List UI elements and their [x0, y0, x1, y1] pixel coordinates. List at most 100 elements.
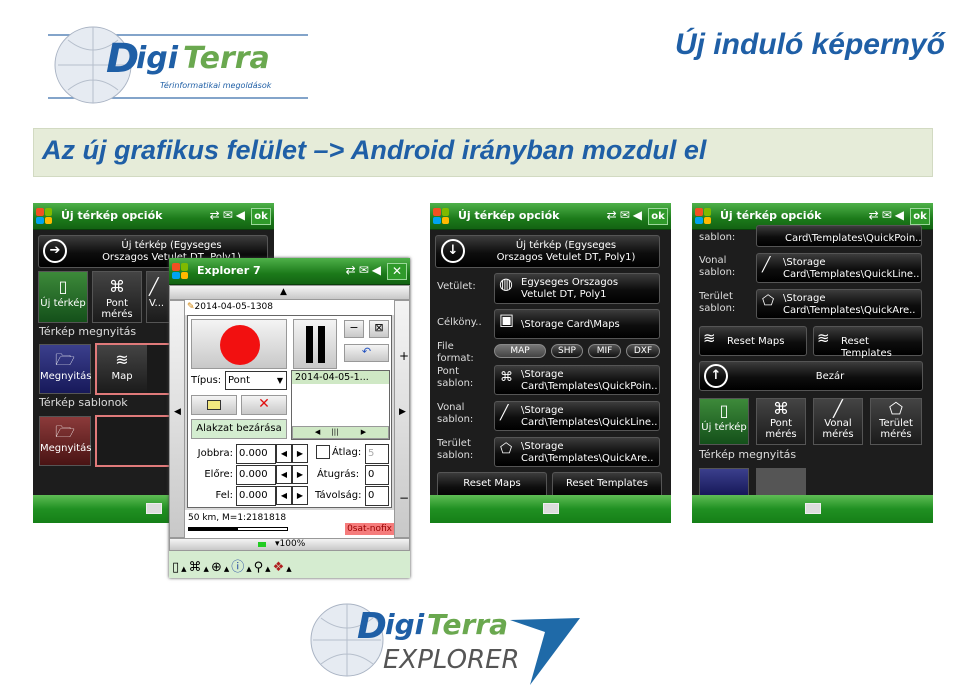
tile-open[interactable] [699, 468, 749, 496]
horizontal-scrollbar[interactable]: ◀ ||| ▶ [292, 426, 389, 439]
bottom-scroll-bar[interactable]: ▾100% [169, 538, 410, 551]
banner-text: Az új grafikus felület –> Android irányb… [42, 135, 707, 165]
window-title: Explorer 7 [197, 264, 261, 277]
map-toolbar: ▯▲⌘▲⊕▲ⓘ▲⚲▲❖▲ [169, 551, 410, 578]
layers-tool-icon[interactable]: ❖ [273, 560, 287, 575]
right-strip[interactable]: + ▶ − [394, 300, 410, 538]
distance-input[interactable]: 0 [365, 486, 389, 506]
type-select[interactable]: Pont ▼ [225, 371, 287, 390]
undo-button[interactable]: ↶ [344, 344, 389, 362]
tile-line-measure[interactable]: ╱ Vonal mérés [813, 398, 863, 445]
increment-button[interactable]: ▶ [292, 444, 308, 463]
area-icon: ⬠ [762, 293, 775, 309]
line-template-button[interactable]: ╱ \Storage Card\Templates\QuickLine.. [494, 401, 660, 431]
dropdown-icon[interactable]: ▲ [265, 565, 272, 573]
zoom-out-icon[interactable]: − [399, 491, 409, 505]
svg-text:D: D [357, 606, 387, 647]
point-template-button[interactable]: ⌘ \Storage Card\Templates\QuickPoin.. [494, 365, 660, 395]
reset-templates-button[interactable]: ≋ Reset Templates [813, 326, 923, 359]
rectangle-button[interactable] [191, 395, 237, 415]
decrement-button[interactable]: ◀ [276, 465, 292, 484]
dropdown-icon[interactable]: ▲ [204, 565, 211, 573]
ok-button[interactable]: ok [251, 208, 271, 225]
point-template-button[interactable]: Card\Templates\QuickPoin.. [756, 225, 922, 247]
zoom-level[interactable]: ▾100% [275, 539, 305, 550]
layers-icon: ≋ [817, 329, 830, 347]
forward-offset-input[interactable]: 0.000 [236, 465, 276, 485]
tile-map[interactable]: ≋ Map [97, 345, 147, 393]
status-icons: ⇄✉◀ [868, 208, 907, 222]
close-button[interactable]: ↑ Bezár [699, 361, 923, 391]
close-shape-button[interactable]: Alakzat bezárása [191, 419, 287, 439]
zoom-in-icon[interactable]: + [399, 349, 409, 363]
format-map[interactable]: MAP [494, 344, 546, 358]
up-offset-input[interactable]: 0.000 [236, 486, 276, 506]
tile-point-measure[interactable]: ⌘ Pont mérés [756, 398, 806, 445]
top-scroll-bar[interactable]: ▲ [169, 285, 410, 300]
tile-open-template[interactable]: 🗁 Megnyitás [39, 416, 91, 466]
ok-button[interactable]: ok [648, 208, 668, 225]
minimize-button[interactable]: − [344, 320, 364, 338]
average-checkbox[interactable] [316, 445, 330, 459]
tile-map[interactable] [756, 468, 806, 496]
windows-start-icon[interactable] [172, 263, 188, 279]
template-line2: Card\Templates\QuickLine.. [521, 417, 658, 428]
info-icon[interactable]: ⓘ [231, 560, 246, 575]
reset-maps-label: Reset Maps [727, 336, 785, 347]
gps-icon[interactable]: ⚲ [254, 560, 266, 575]
point-tool-icon[interactable]: ⌘ [189, 560, 204, 575]
dropdown-icon[interactable]: ▲ [181, 565, 188, 573]
template-line1: \Storage [783, 257, 826, 268]
window-title: Új térkép opciók [720, 209, 822, 222]
keyboard-icon[interactable] [145, 503, 162, 514]
pause-button[interactable] [293, 319, 337, 369]
tile-label: Pont mérés [101, 298, 133, 320]
line-template-label: Vonal sablon: [437, 402, 474, 425]
list-item[interactable]: 2014-04-05-1... [292, 371, 389, 384]
decrement-button[interactable]: ◀ [276, 486, 292, 505]
status-icons: ⇄✉◀ [606, 208, 645, 222]
increment-button[interactable]: ▶ [292, 465, 308, 484]
reset-maps-button[interactable]: ≋ Reset Maps [699, 326, 807, 356]
layers-icon: ≋ [703, 329, 716, 347]
dropdown-icon[interactable]: ▲ [286, 565, 293, 573]
right-offset-input[interactable]: 0.000 [236, 444, 276, 464]
cancel-button[interactable]: ⊠ [369, 320, 389, 338]
format-dxf[interactable]: DXF [626, 344, 660, 358]
document-icon: ▯ [58, 277, 68, 296]
dropdown-icon[interactable]: ▲ [246, 565, 253, 573]
tile-new-map[interactable]: ▯ Új térkép [38, 271, 88, 323]
close-button[interactable]: ✕ [387, 263, 407, 280]
decrement-button[interactable]: ◀ [276, 444, 292, 463]
skip-input[interactable]: 0 [365, 465, 389, 485]
windows-start-icon[interactable] [36, 208, 52, 224]
keyboard-icon[interactable] [804, 503, 821, 514]
ok-button[interactable]: ok [910, 208, 930, 225]
zoom-tool-icon[interactable]: ⊕ [211, 560, 224, 575]
line-template-button[interactable]: ╱ \Storage Card\Templates\QuickLine.. [756, 253, 922, 283]
area-template-button[interactable]: ⬠ \Storage Card\Templates\QuickAre.. [756, 289, 922, 319]
left-strip[interactable]: ◀ [169, 300, 185, 538]
globe-icon: ◍ [499, 274, 513, 293]
tile-area-measure[interactable]: ⬠ Terület mérés [870, 398, 922, 445]
increment-button[interactable]: ▶ [292, 486, 308, 505]
target-folder-button[interactable]: ▣ \Storage Card\Maps [494, 309, 660, 339]
new-map-button[interactable]: ↓ Új térkép (Egyseges Orszagos Vetulet D… [435, 235, 660, 268]
tile-open[interactable]: 🗁 Megnyitás [39, 344, 91, 394]
windows-start-icon[interactable] [695, 208, 711, 224]
tile-new-map[interactable]: ▯ Új térkép [699, 398, 749, 445]
windows-start-icon[interactable] [433, 208, 449, 224]
status-icons: ⇄✉◀ [209, 208, 248, 222]
projection-button[interactable]: ◍ Egyseges Orszagos Vetulet DT, Poly1 [494, 273, 660, 304]
average-input[interactable]: 5 [365, 444, 389, 464]
title-bar: Új térkép opciók ⇄✉◀ ok [33, 203, 274, 230]
format-shp[interactable]: SHP [551, 344, 583, 358]
delete-button[interactable]: ✕ [241, 395, 287, 415]
new-document-icon[interactable]: ▯ [172, 560, 181, 575]
record-button[interactable] [191, 319, 287, 369]
tile-point-measure[interactable]: ⌘ Pont mérés [92, 271, 142, 323]
map-status-area: 50 km, M=1:2181818 0sat-nofix [185, 510, 394, 538]
format-mif[interactable]: MIF [588, 344, 621, 358]
area-template-button[interactable]: ⬠ \Storage Card\Templates\QuickAre.. [494, 437, 660, 467]
keyboard-icon[interactable] [542, 503, 559, 514]
